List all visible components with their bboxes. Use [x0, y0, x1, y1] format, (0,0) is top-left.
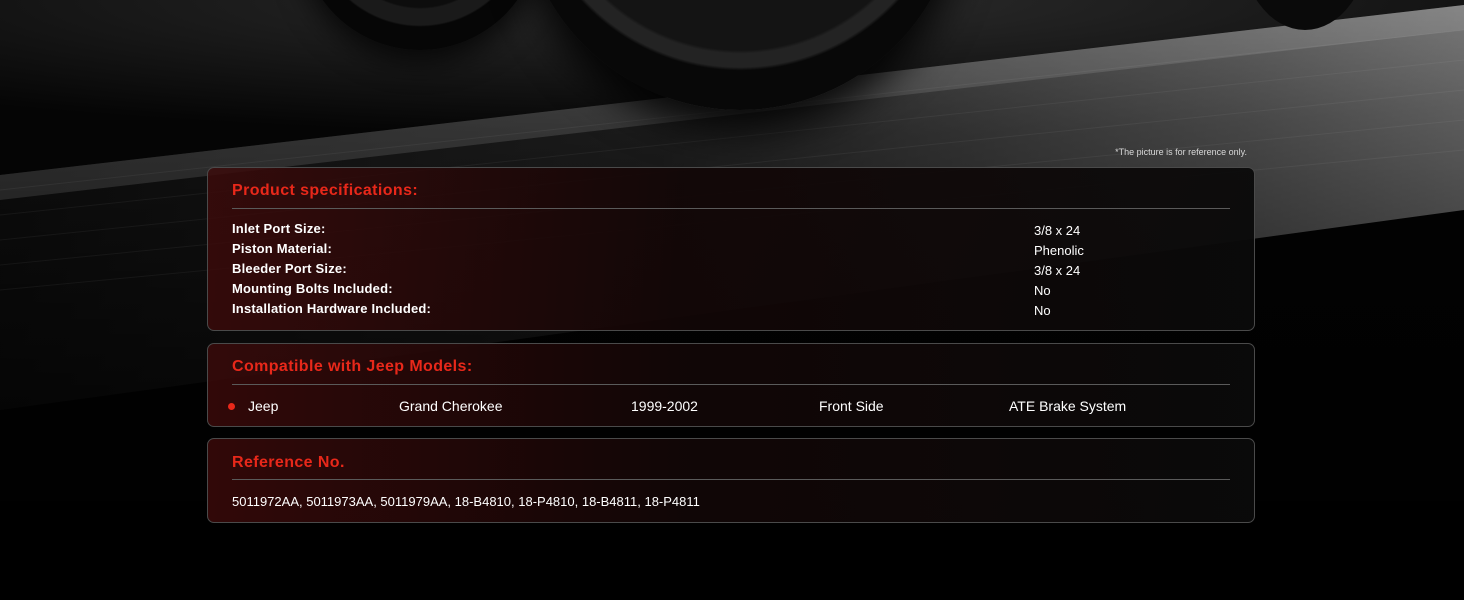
spec-value: No — [1034, 283, 1051, 298]
spec-value: No — [1034, 303, 1051, 318]
product-banner: *The picture is for reference only. Prod… — [0, 0, 1464, 600]
spec-row-inlet-port-size: Inlet Port Size: 3/8 x 24 — [232, 221, 1230, 241]
product-specifications-panel: Product specifications: Inlet Port Size:… — [207, 167, 1255, 331]
spec-label: Installation Hardware Included: — [232, 301, 432, 316]
spec-label: Inlet Port Size: — [232, 221, 326, 236]
bullet-icon — [228, 403, 235, 410]
spec-row-installation-hardware: Installation Hardware Included: No — [232, 301, 1230, 321]
spec-value: 3/8 x 24 — [1034, 263, 1081, 278]
vehicle-model: Grand Cherokee — [399, 398, 503, 414]
spec-row-bleeder-port-size: Bleeder Port Size: 3/8 x 24 — [232, 261, 1230, 281]
divider — [232, 208, 1230, 209]
vehicle-position: Front Side — [819, 398, 884, 414]
compatibility-title: Compatible with Jeep Models: — [232, 358, 473, 375]
spec-row-mounting-bolts: Mounting Bolts Included: No — [232, 281, 1230, 301]
spec-label: Mounting Bolts Included: — [232, 281, 393, 296]
reference-numbers: 5011972AA, 5011973AA, 5011979AA, 18-B481… — [232, 494, 700, 509]
reference-title: Reference No. — [232, 454, 345, 471]
reference-disclaimer: *The picture is for reference only. — [1115, 147, 1247, 157]
compatible-models-panel: Compatible with Jeep Models: Jeep Grand … — [207, 343, 1255, 427]
brake-system: ATE Brake System — [1009, 398, 1127, 414]
divider — [232, 384, 1230, 385]
specifications-title: Product specifications: — [232, 182, 419, 199]
vehicle-years: 1999-2002 — [631, 398, 698, 414]
reference-number-panel: Reference No. 5011972AA, 5011973AA, 5011… — [207, 438, 1255, 523]
spec-value: 3/8 x 24 — [1034, 223, 1081, 238]
spec-label: Bleeder Port Size: — [232, 261, 347, 276]
divider — [232, 479, 1230, 480]
spec-label: Piston Material: — [232, 241, 332, 256]
compatible-model-row: Jeep Grand Cherokee 1999-2002 Front Side… — [228, 397, 1230, 417]
spec-row-piston-material: Piston Material: Phenolic — [232, 241, 1230, 261]
spec-value: Phenolic — [1034, 243, 1084, 258]
vehicle-make: Jeep — [248, 398, 279, 414]
